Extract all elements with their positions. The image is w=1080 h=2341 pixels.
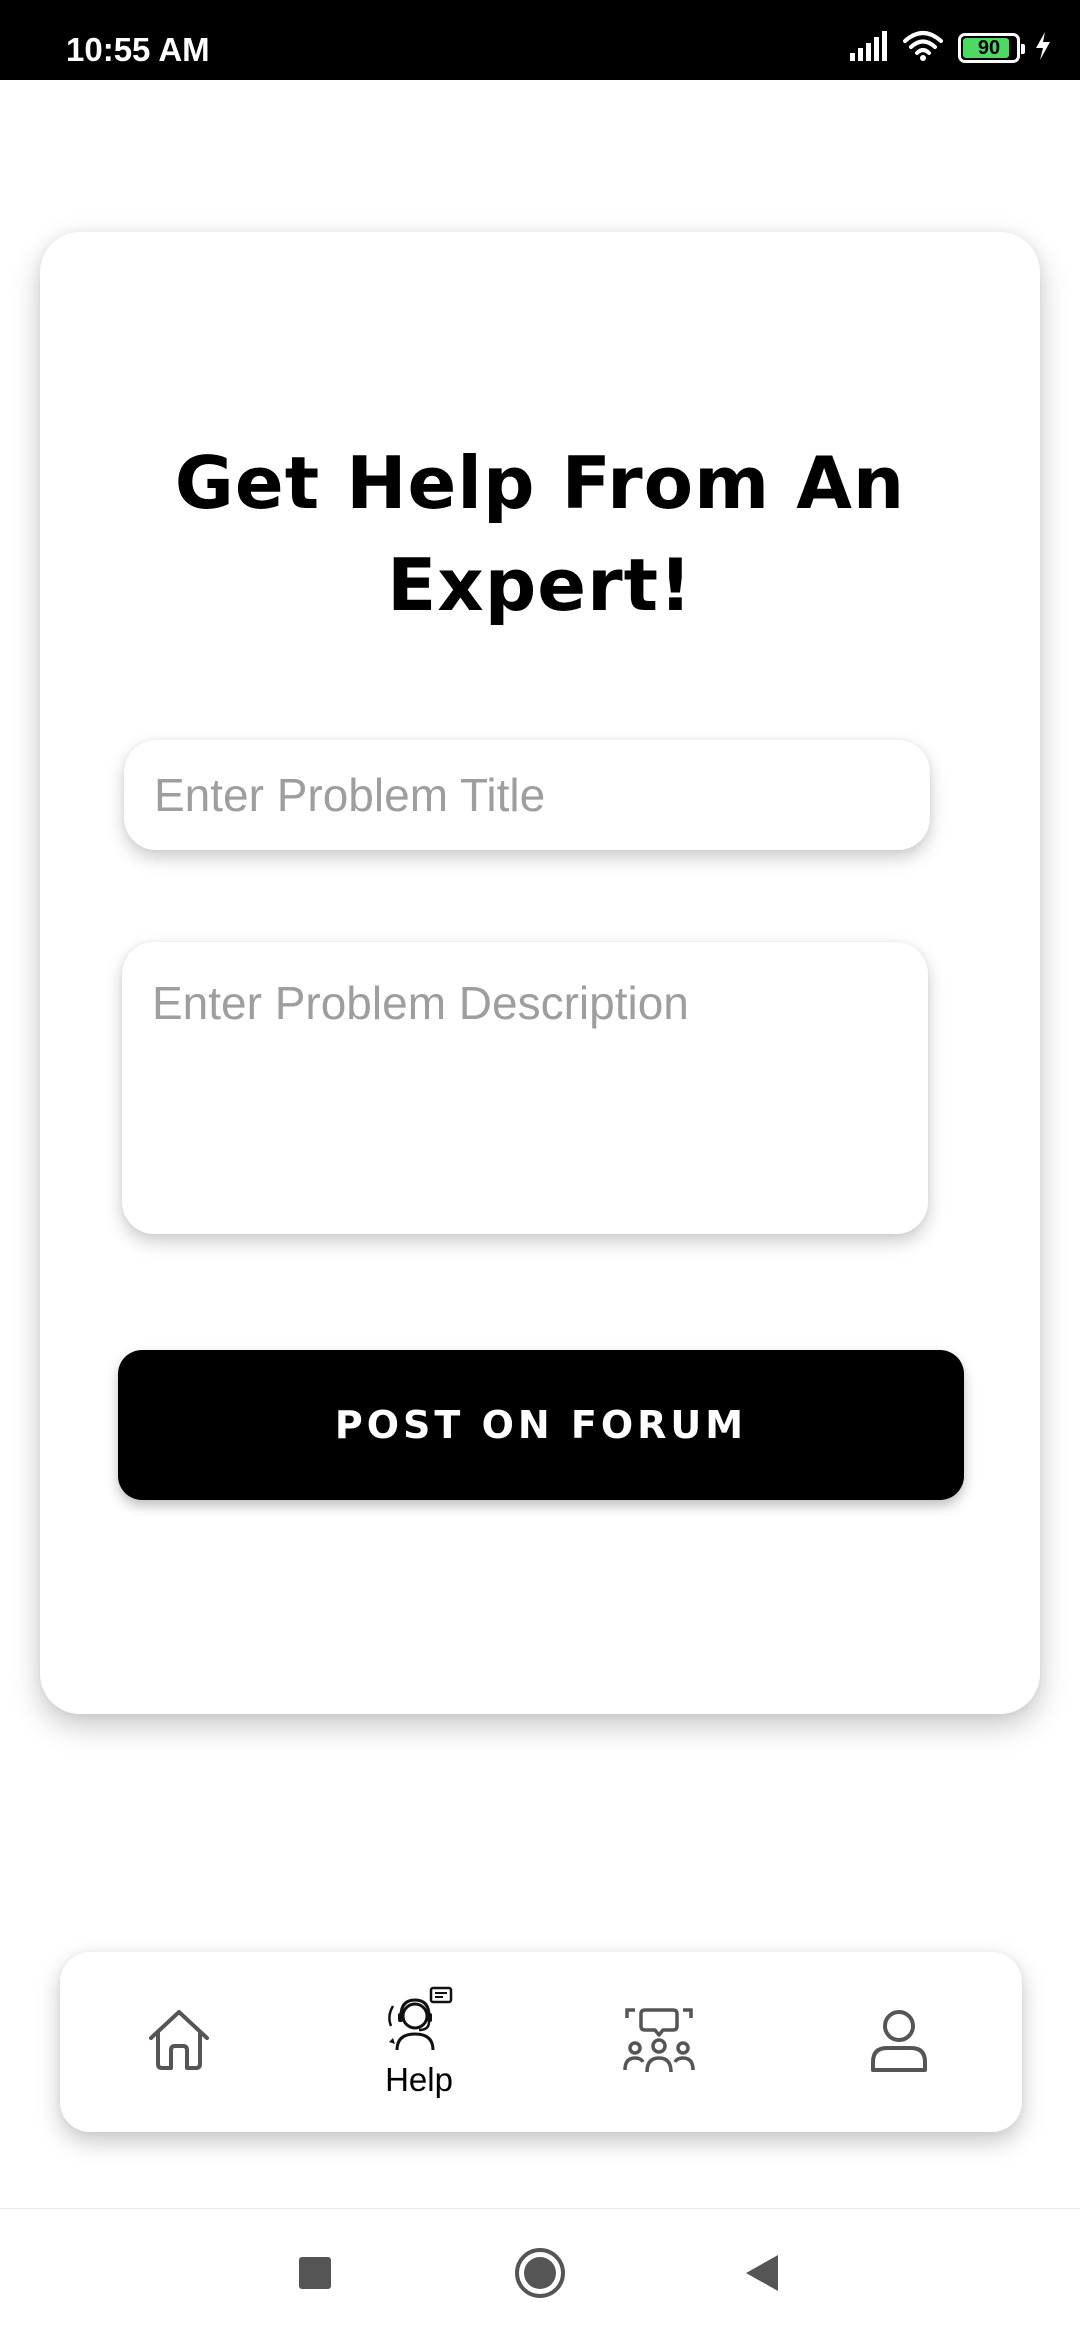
nav-item-help[interactable]: Help (339, 1952, 499, 2132)
back-icon (744, 2254, 780, 2297)
battery-cap (1021, 44, 1025, 54)
help-card: Get Help From An Expert! Enter Problem T… (40, 232, 1040, 1714)
problem-title-input[interactable]: Enter Problem Title (124, 740, 930, 850)
signal-icon (848, 30, 888, 66)
profile-icon (863, 2004, 935, 2081)
home-circle-icon (513, 2246, 567, 2305)
battery-level: 90 (977, 36, 1001, 59)
back-button[interactable] (702, 2209, 822, 2341)
home-button[interactable] (480, 2209, 600, 2341)
system-nav-bar (0, 2208, 1080, 2341)
problem-title-placeholder: Enter Problem Title (154, 769, 546, 821)
forum-community-icon (623, 2004, 695, 2081)
home-icon (143, 2004, 215, 2081)
problem-description-placeholder: Enter Problem Description (152, 977, 689, 1029)
help-support-icon (383, 1986, 455, 2057)
post-on-forum-button[interactable]: POST ON FORUM (118, 1350, 964, 1500)
page-title: Get Help From An Expert! (174, 441, 906, 627)
bottom-nav: Help (60, 1952, 1022, 2132)
nav-item-profile[interactable] (819, 1952, 979, 2132)
nav-item-home[interactable] (99, 1952, 259, 2132)
problem-description-input[interactable]: Enter Problem Description (122, 942, 928, 1234)
status-bar: 10:55 AM 90 (0, 0, 1080, 80)
charging-icon (1034, 31, 1052, 66)
recents-button[interactable] (255, 2209, 375, 2341)
status-time: 10:55 AM (66, 31, 210, 68)
nav-label-help: Help (385, 2060, 453, 2098)
wifi-icon (902, 30, 944, 67)
recents-icon (298, 2256, 332, 2295)
status-icons: 90 (848, 30, 1052, 66)
battery-icon: 90 (958, 33, 1025, 63)
nav-item-forum[interactable] (579, 1952, 739, 2132)
